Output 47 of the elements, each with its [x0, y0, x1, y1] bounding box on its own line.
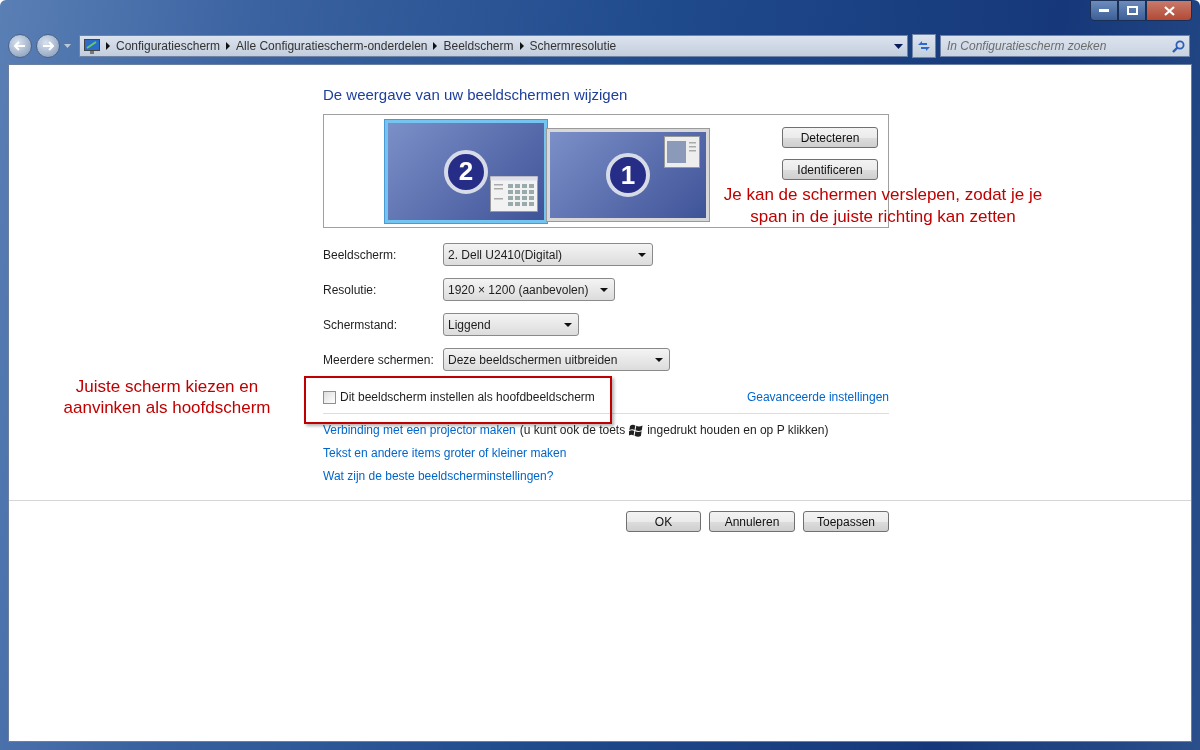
monitor-number: 2 — [444, 149, 488, 194]
window-grid-icon — [490, 176, 538, 212]
annotation-text: Juiste scherm kiezen en aanvinken als hoofdscherm — [62, 376, 272, 418]
monitor-icon — [84, 38, 100, 54]
forward-arrow-icon — [42, 41, 54, 51]
dialog-button[interactable]: Toepassen — [803, 511, 889, 532]
setting-label: Schermstand: — [323, 317, 399, 332]
close-button[interactable] — [1146, 0, 1192, 21]
setting-dropdown[interactable]: 2. Dell U2410(Digital) — [443, 243, 653, 266]
dialog-button[interactable]: Annuleren — [709, 511, 795, 532]
search-icon — [1172, 39, 1185, 53]
setting-label: Meerdere schermen: — [323, 352, 435, 367]
monitor-tile[interactable]: 2 — [385, 120, 547, 223]
forward-button[interactable] — [36, 34, 60, 58]
monitor-action-button[interactable]: Detecteren — [782, 127, 878, 148]
back-arrow-icon — [14, 41, 26, 51]
minimize-button[interactable] — [1090, 0, 1118, 21]
advanced-settings-link[interactable]: Geavanceerde instellingen — [746, 390, 889, 404]
window-icon — [664, 136, 700, 168]
refresh-icon — [916, 39, 932, 53]
maximize-button[interactable] — [1118, 0, 1146, 21]
refresh-button[interactable] — [912, 34, 936, 58]
setting-label: Resolutie: — [323, 282, 378, 297]
setting-dropdown[interactable]: Deze beeldschermen uitbreiden — [443, 348, 670, 371]
close-icon — [1163, 5, 1175, 16]
setting-label: Beeldscherm: — [323, 247, 398, 262]
projector-link[interactable]: Verbinding met een projector maken — [323, 423, 516, 437]
help-link[interactable]: Tekst en andere items groter of kleiner maken — [323, 446, 567, 460]
monitor-tile[interactable]: 1 — [547, 129, 709, 221]
maximize-icon — [1126, 6, 1138, 15]
address-bar[interactable]: Configuratiescherm Alle Configuratiescherm-onderdelen Beeldscherm Schermresolutie — [79, 35, 908, 57]
monitor-number: 1 — [606, 153, 650, 197]
page-heading: De weergave van uw beeldschermen wijzigen — [323, 86, 629, 103]
minimize-icon — [1099, 8, 1109, 13]
back-button[interactable] — [8, 34, 32, 58]
search-field[interactable]: In Configuratiescherm zoeken — [940, 35, 1190, 57]
dropdown-arrow-icon[interactable] — [894, 43, 903, 49]
annotation-text: Je kan de schermen verslepen, zodat je je span in de juiste richting kan zetten — [722, 184, 1044, 228]
monitor-action-button[interactable]: Identificeren — [782, 159, 878, 180]
hint-text: ingedrukt houden en op P klikken) — [647, 423, 829, 437]
setting-dropdown[interactable]: Liggend — [443, 313, 579, 336]
setting-dropdown[interactable]: 1920 × 1200 (aanbevolen) — [443, 278, 615, 301]
windows-key-icon — [629, 423, 644, 437]
dialog-button[interactable]: OK — [626, 511, 701, 532]
hint-text: (u kunt ook de toets — [519, 423, 626, 437]
primary-display-checkbox[interactable]: Dit beeldscherm instellen als hoofdbeeldscherm — [323, 390, 595, 404]
help-link[interactable]: Wat zijn de beste beeldscherminstellingen? — [323, 469, 554, 483]
